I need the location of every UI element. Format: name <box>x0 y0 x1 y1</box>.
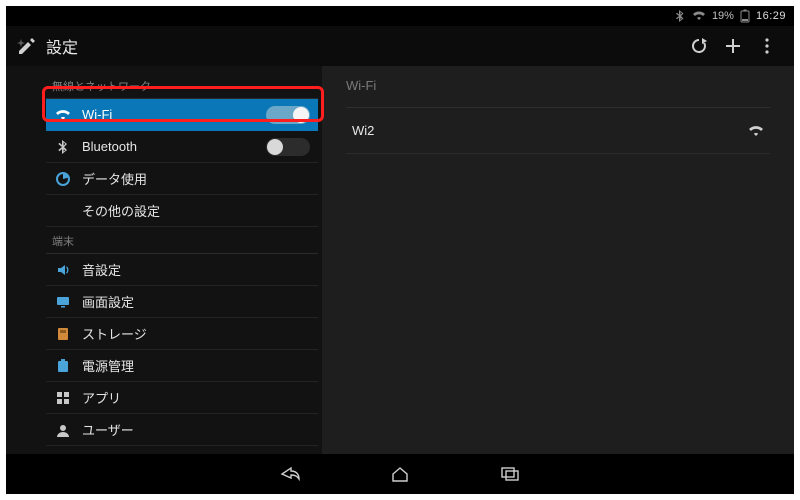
clock: 16:29 <box>756 10 786 22</box>
storage-icon <box>54 325 72 343</box>
blank-icon <box>54 202 72 220</box>
settings-item-wifi[interactable]: Wi-Fi <box>46 99 318 131</box>
device-frame: 19% 16:29 設定 無線とネットワーク Wi <box>6 6 794 494</box>
navigation-bar <box>6 454 794 494</box>
sound-icon <box>54 261 72 279</box>
settings-item-xperia[interactable]: Xperia™ <box>46 446 318 454</box>
users-icon <box>54 421 72 439</box>
section-wireless: 無線とネットワーク <box>46 72 318 99</box>
bluetooth-icon <box>54 138 72 156</box>
wifi-signal-icon <box>748 125 764 137</box>
settings-item-label: ユーザー <box>82 420 134 439</box>
settings-list[interactable]: 無線とネットワーク Wi-Fi Bluetooth データ使用 <box>6 66 322 454</box>
bluetooth-status-icon <box>676 10 686 22</box>
detail-pane: Wi-Fi Wi2 <box>322 66 794 454</box>
nav-recent-button[interactable] <box>495 459 525 489</box>
detail-title: Wi-Fi <box>346 78 770 108</box>
settings-item-label: Bluetooth <box>82 139 137 154</box>
wifi-network-name: Wi2 <box>352 123 374 138</box>
refresh-button[interactable] <box>682 29 716 63</box>
settings-item-sound[interactable]: 音設定 <box>46 254 318 286</box>
settings-item-label: 音設定 <box>82 260 121 279</box>
app-title: 設定 <box>46 34 78 58</box>
settings-item-label: 電源管理 <box>82 356 134 375</box>
settings-item-label: アプリ <box>82 388 121 407</box>
status-bar: 19% 16:29 <box>6 6 794 26</box>
content-area: 無線とネットワーク Wi-Fi Bluetooth データ使用 <box>6 66 794 454</box>
app-bar: 設定 <box>6 26 794 66</box>
settings-item-more[interactable]: その他の設定 <box>46 195 318 227</box>
wifi-network-row[interactable]: Wi2 <box>346 108 770 154</box>
settings-item-label: ストレージ <box>82 324 147 343</box>
settings-item-label: Wi-Fi <box>82 107 112 122</box>
settings-item-label: データ使用 <box>82 169 147 188</box>
nav-home-button[interactable] <box>385 459 415 489</box>
settings-item-storage[interactable]: ストレージ <box>46 318 318 350</box>
wifi-icon <box>54 106 72 124</box>
bluetooth-toggle[interactable] <box>266 138 310 156</box>
nav-back-button[interactable] <box>275 459 305 489</box>
settings-item-bluetooth[interactable]: Bluetooth <box>46 131 318 163</box>
settings-item-label: 画面設定 <box>82 292 134 311</box>
overflow-menu-button[interactable] <box>750 29 784 63</box>
power-icon <box>54 357 72 375</box>
settings-item-data-usage[interactable]: データ使用 <box>46 163 318 195</box>
settings-item-power[interactable]: 電源管理 <box>46 350 318 382</box>
wifi-toggle[interactable] <box>266 106 310 124</box>
settings-item-label: その他の設定 <box>82 201 160 220</box>
battery-icon <box>740 9 750 23</box>
data-usage-icon <box>54 170 72 188</box>
section-device: 端末 <box>46 227 318 254</box>
wifi-status-icon <box>692 11 706 21</box>
add-button[interactable] <box>716 29 750 63</box>
settings-item-apps[interactable]: アプリ <box>46 382 318 414</box>
settings-item-display[interactable]: 画面設定 <box>46 286 318 318</box>
settings-app-icon <box>16 35 38 57</box>
display-icon <box>54 293 72 311</box>
battery-percent: 19% <box>712 10 734 22</box>
apps-icon <box>54 389 72 407</box>
settings-item-users[interactable]: ユーザー <box>46 414 318 446</box>
